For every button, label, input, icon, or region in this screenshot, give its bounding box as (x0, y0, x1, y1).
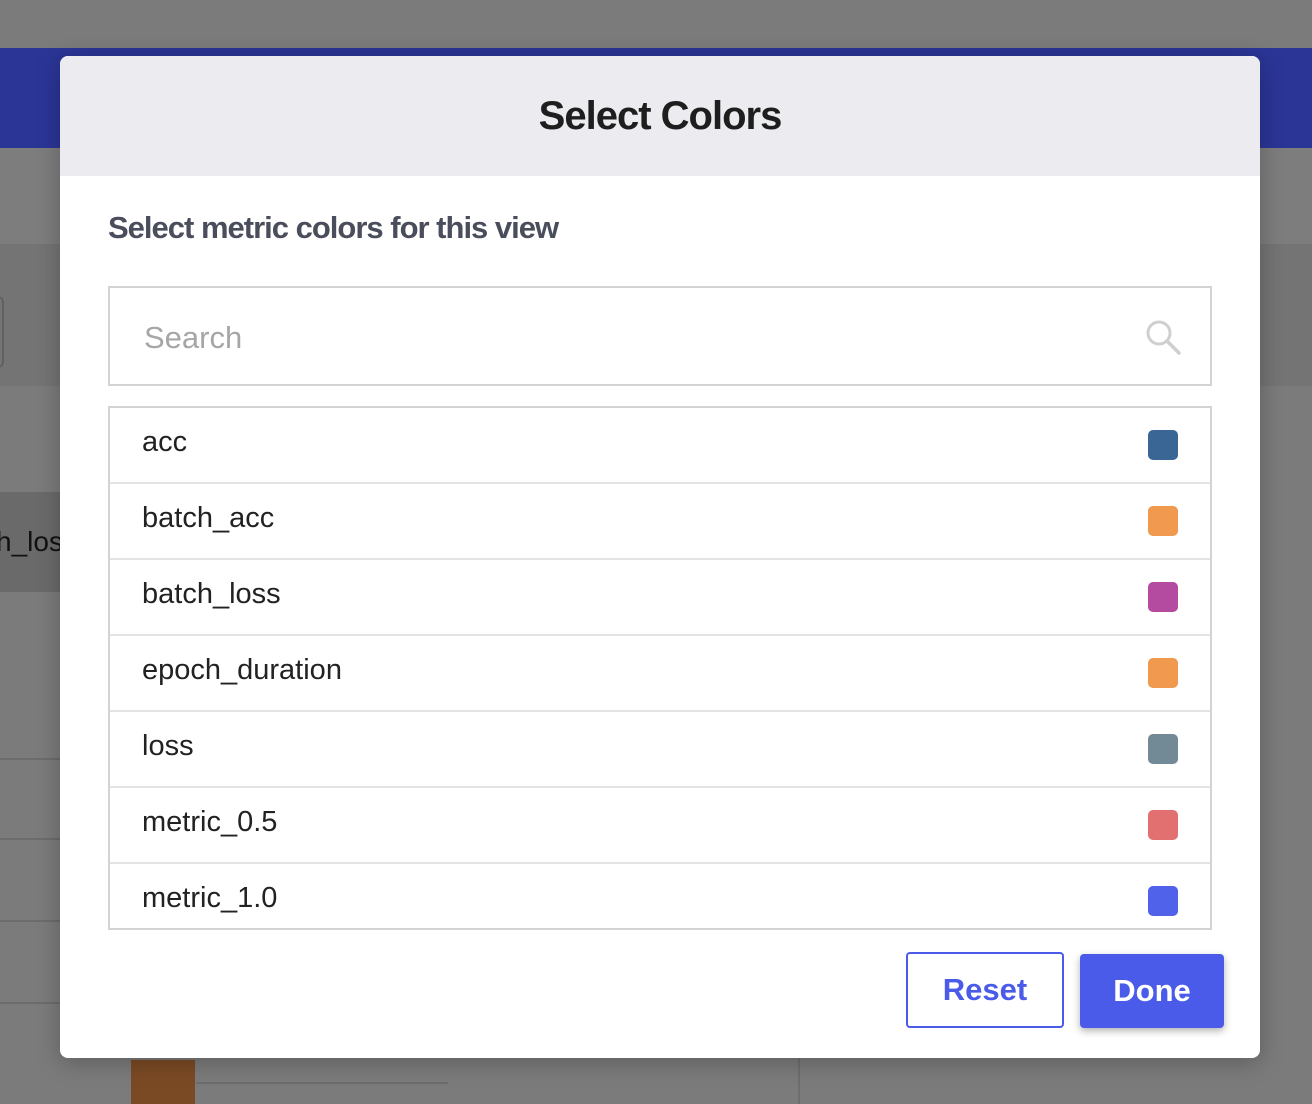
search-input[interactable] (142, 310, 1106, 366)
metric-list: acc batch_acc batch_loss epoch_duration … (108, 406, 1212, 930)
color-swatch[interactable] (1148, 430, 1178, 460)
color-swatch[interactable] (1148, 658, 1178, 688)
background-legend-label: h_los (0, 526, 63, 557)
color-swatch[interactable] (1148, 886, 1178, 916)
metric-row-metric-0-5[interactable]: metric_0.5 (110, 788, 1210, 864)
search-box (108, 286, 1212, 386)
select-colors-dialog: Select Colors Select metric colors for t… (60, 56, 1260, 1058)
background-divider (0, 920, 60, 922)
color-swatch[interactable] (1148, 506, 1178, 536)
metric-label: loss (142, 730, 194, 762)
metric-row-metric-1-0[interactable]: metric_1.0 (110, 864, 1210, 928)
metric-label: metric_1.0 (142, 882, 278, 914)
metric-row-batch-loss[interactable]: batch_loss (110, 560, 1210, 636)
dialog-header: Select Colors (60, 56, 1260, 176)
background-divider (0, 758, 60, 760)
done-button[interactable]: Done (1080, 954, 1224, 1028)
search-icon[interactable] (1144, 318, 1182, 356)
color-swatch[interactable] (1148, 810, 1178, 840)
reset-button[interactable]: Reset (906, 952, 1064, 1028)
metric-label: acc (142, 426, 188, 458)
background-divider (0, 838, 60, 840)
metric-row-batch-acc[interactable]: batch_acc (110, 484, 1210, 560)
dialog-subtitle: Select metric colors for this view (108, 210, 559, 245)
background-divider (0, 1002, 60, 1004)
metric-label: metric_0.5 (142, 806, 278, 838)
color-swatch[interactable] (1148, 734, 1178, 764)
metric-row-epoch-duration[interactable]: epoch_duration (110, 636, 1210, 712)
background-divider (196, 1082, 448, 1084)
background-chart-bar (131, 1060, 195, 1104)
dialog-title: Select Colors (538, 93, 783, 138)
metric-row-acc[interactable]: acc (110, 408, 1210, 484)
metric-label: epoch_duration (142, 654, 342, 686)
metric-label: batch_loss (142, 578, 281, 610)
background-toolbar-button (0, 296, 4, 368)
metric-row-loss[interactable]: loss (110, 712, 1210, 788)
metric-label: batch_acc (142, 502, 275, 534)
background-top-bar (0, 0, 1312, 48)
color-swatch[interactable] (1148, 582, 1178, 612)
